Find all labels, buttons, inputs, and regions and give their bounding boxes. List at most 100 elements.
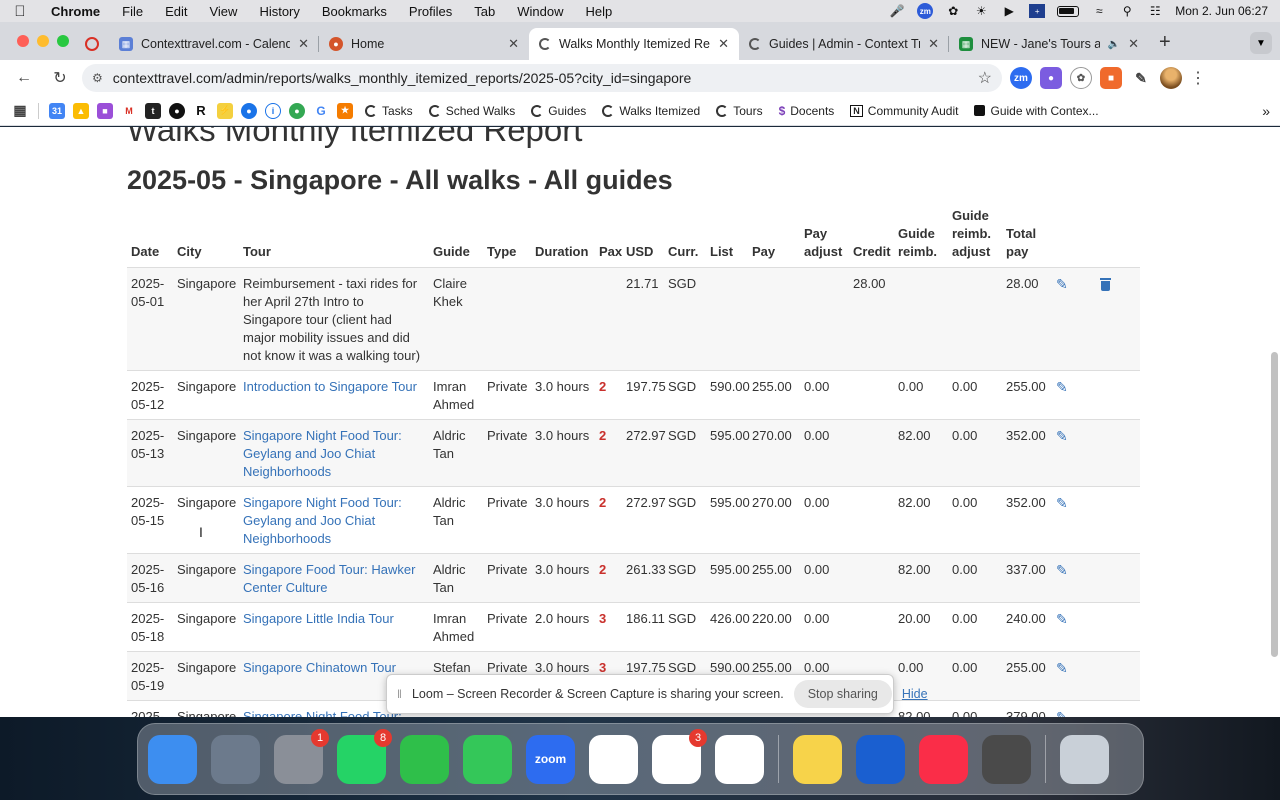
edit-pencil-icon[interactable]: ✎ xyxy=(1056,562,1068,578)
minimize-window-button[interactable] xyxy=(37,35,49,47)
orange-extension-icon[interactable]: ■ xyxy=(1100,67,1122,89)
tour-link[interactable]: Singapore Night Food Tour: Geylang and J… xyxy=(243,428,402,479)
loom-extension-icon[interactable]: ✿ xyxy=(1070,67,1092,89)
url-text[interactable]: contexttravel.com/admin/reports/walks_mo… xyxy=(113,70,978,86)
menubar-clock[interactable]: Mon 2. Jun 06:27 xyxy=(1175,4,1268,18)
yellow-bookmark-icon[interactable]: ⚡ xyxy=(217,102,233,119)
dock-trash-icon[interactable] xyxy=(1060,734,1109,784)
reload-icon[interactable]: ↻ xyxy=(46,64,74,92)
info-bookmark-icon[interactable]: i xyxy=(265,102,281,119)
orange-bookmark-icon[interactable]: ★ xyxy=(337,102,353,119)
bookmark-guide-with-context[interactable]: Guide with Contex... xyxy=(968,104,1104,118)
menu-history[interactable]: History xyxy=(248,4,310,19)
dock-zoom-icon[interactable]: zoom xyxy=(526,734,575,784)
menu-app-chrome[interactable]: Chrome xyxy=(40,4,111,19)
site-settings-icon[interactable]: ⚙ xyxy=(92,71,103,85)
delete-trash-icon[interactable] xyxy=(1100,278,1111,291)
brightness-icon[interactable]: ☀ xyxy=(973,4,989,18)
spotlight-search-icon[interactable]: ⚲ xyxy=(1119,4,1135,18)
edit-pencil-icon[interactable]: ✎ xyxy=(1056,660,1068,676)
tour-link[interactable]: Introduction to Singapore Tour xyxy=(243,379,417,394)
tab-search-chevron-icon[interactable]: ▼ xyxy=(1250,32,1272,54)
stop-sharing-button[interactable]: Stop sharing xyxy=(793,680,892,708)
loom-tray-icon[interactable]: ✿ xyxy=(945,4,961,18)
tab-home[interactable]: ● Home ✕ xyxy=(319,28,529,60)
uk-flag-icon[interactable]: + xyxy=(1029,4,1046,18)
maximize-window-button[interactable] xyxy=(57,35,69,47)
control-center-icon[interactable]: ☷ xyxy=(1147,4,1163,18)
bookmark-guides[interactable]: Guides xyxy=(525,104,592,118)
close-tab-icon[interactable]: ✕ xyxy=(718,36,729,52)
dock-facetime-icon[interactable] xyxy=(400,734,449,784)
hide-banner-link[interactable]: Hide xyxy=(902,687,928,701)
menu-window[interactable]: Window xyxy=(506,4,574,19)
dock-whatsapp-icon[interactable]: 8 xyxy=(337,728,392,784)
dock-system-settings-icon[interactable]: 1 xyxy=(274,728,329,784)
close-window-button[interactable] xyxy=(17,35,29,47)
edit-pencil-icon[interactable]: ✎ xyxy=(1056,709,1068,717)
menu-file[interactable]: File xyxy=(111,4,154,19)
speaker-icon[interactable]: 🔈 xyxy=(1108,39,1120,50)
dock-frame-icon[interactable] xyxy=(589,734,638,784)
bookmark-docents[interactable]: $ Docents xyxy=(773,104,841,118)
more-bookmarks-chevron-icon[interactable]: » xyxy=(1262,103,1270,119)
zoom-extension-icon[interactable]: zm xyxy=(1010,67,1032,89)
tab-calendar[interactable]: ▦ Contexttravel.com - Calendar ✕ xyxy=(109,28,319,60)
play-icon[interactable]: ▶ xyxy=(1001,4,1017,18)
extensions-puzzle-icon[interactable]: ✎ xyxy=(1130,67,1152,89)
dock-notes-icon[interactable] xyxy=(793,734,842,784)
t-bookmark-icon[interactable]: t xyxy=(145,102,161,119)
r-bookmark-icon[interactable]: R xyxy=(193,102,209,119)
drive-bookmark-icon[interactable]: ▲ xyxy=(73,102,89,119)
dock-finder-icon[interactable] xyxy=(148,734,197,784)
close-tab-icon[interactable]: ✕ xyxy=(1128,36,1139,52)
close-tab-icon[interactable]: ✕ xyxy=(508,36,519,52)
tour-link[interactable]: Singapore Little India Tour xyxy=(243,611,394,626)
tab-janes-tours[interactable]: ▦ NEW - Jane's Tours accounts 🔈 ✕ xyxy=(949,28,1149,60)
battery-icon[interactable] xyxy=(1057,5,1080,17)
close-tab-icon[interactable]: ✕ xyxy=(298,36,309,52)
green-bookmark-icon[interactable]: ● xyxy=(289,102,305,119)
zoom-tray-icon[interactable]: zm xyxy=(917,3,934,19)
edit-pencil-icon[interactable]: ✎ xyxy=(1056,276,1068,292)
dock-chrome-icon[interactable] xyxy=(715,734,764,784)
apps-grid-icon[interactable]: ▦ xyxy=(12,102,28,119)
menu-view[interactable]: View xyxy=(198,4,248,19)
menu-profiles[interactable]: Profiles xyxy=(398,4,463,19)
bookmark-tasks[interactable]: Tasks xyxy=(359,104,419,118)
edit-pencil-icon[interactable]: ✎ xyxy=(1056,611,1068,627)
tour-link[interactable]: Singapore Food Tour: Hawker Center Cultu… xyxy=(243,562,415,595)
edit-pencil-icon[interactable]: ✎ xyxy=(1056,379,1068,395)
drag-handle-icon[interactable]: ‖ xyxy=(397,687,402,701)
close-tab-icon[interactable]: ✕ xyxy=(928,36,939,52)
wifi-icon[interactable]: ≈ xyxy=(1091,4,1107,18)
menu-edit[interactable]: Edit xyxy=(154,4,198,19)
tab-walks-report[interactable]: Walks Monthly Itemized Report ✕ xyxy=(529,28,739,60)
gmail-bookmark-icon[interactable]: M xyxy=(121,102,137,119)
google-bookmark-icon[interactable]: G xyxy=(313,102,329,119)
chrome-menu-icon[interactable]: ⋮ xyxy=(1190,68,1206,88)
tour-link[interactable]: Singapore Night Food Tour: Geylang and J… xyxy=(243,495,402,546)
purple-bookmark-icon[interactable]: ■ xyxy=(97,102,113,119)
bookmark-community-audit[interactable]: N Community Audit xyxy=(844,104,964,118)
pinned-tab-icon[interactable] xyxy=(85,37,99,51)
edit-pencil-icon[interactable]: ✎ xyxy=(1056,428,1068,444)
dock-slack-icon[interactable]: 3 xyxy=(652,728,707,784)
tab-guides-admin[interactable]: Guides | Admin - Context Travel ✕ xyxy=(739,28,949,60)
github-bookmark-icon[interactable]: ● xyxy=(169,102,185,119)
calendar-bookmark-icon[interactable]: 31 xyxy=(49,102,65,119)
tour-link[interactable]: Singapore Chinatown Tour xyxy=(243,660,396,675)
new-tab-button[interactable]: + xyxy=(1149,31,1185,60)
tour-link[interactable]: Singapore Night Food Tour: Geylang and J… xyxy=(243,709,402,717)
dock-music-icon[interactable] xyxy=(919,734,968,784)
menu-bookmarks[interactable]: Bookmarks xyxy=(311,4,398,19)
bookmark-star-icon[interactable]: ☆ xyxy=(978,68,992,88)
dock-messages-icon[interactable] xyxy=(463,734,512,784)
bookmark-sched-walks[interactable]: Sched Walks xyxy=(423,104,522,118)
page-scrollbar[interactable] xyxy=(1271,352,1278,657)
dock-calculator-icon[interactable] xyxy=(982,734,1031,784)
bookmark-walks-itemized[interactable]: Walks Itemized xyxy=(596,104,706,118)
edit-pencil-icon[interactable]: ✎ xyxy=(1056,495,1068,511)
dock-1password-icon[interactable] xyxy=(856,734,905,784)
menu-tab[interactable]: Tab xyxy=(463,4,506,19)
